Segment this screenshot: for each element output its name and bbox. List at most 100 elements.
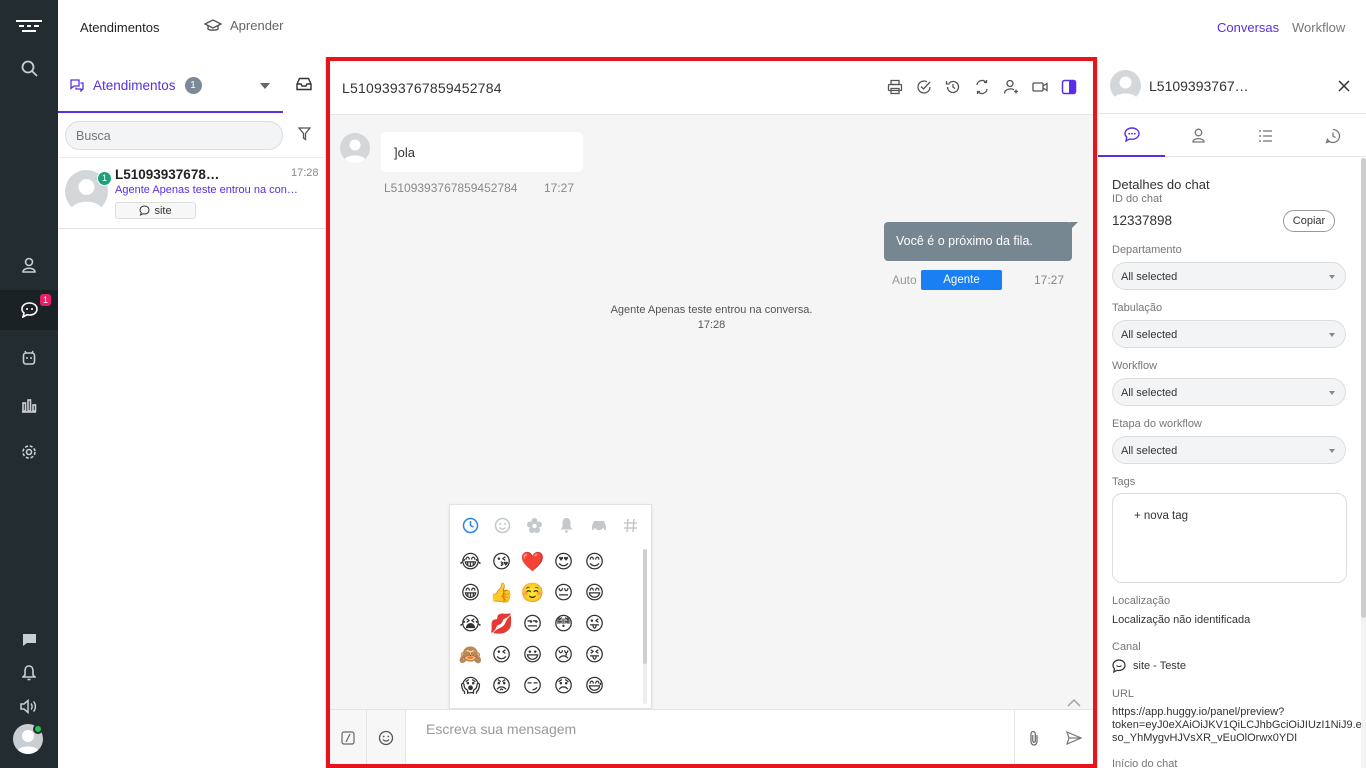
speaker-icon[interactable] <box>0 686 58 726</box>
filter-icon[interactable] <box>297 127 312 146</box>
reports-icon[interactable] <box>0 385 58 425</box>
emoji-item[interactable]: 😔 <box>548 580 579 606</box>
search-input[interactable] <box>65 121 283 150</box>
emoji-item[interactable]: 💋 <box>486 611 517 637</box>
workflow-label: Workflow <box>1112 360 1158 372</box>
send-button[interactable] <box>1055 710 1093 764</box>
emoji-button[interactable] <box>367 710 406 764</box>
atendimentos-filter[interactable]: Atendimentos 1 <box>70 77 202 94</box>
tab-details-list[interactable] <box>1232 114 1299 157</box>
chat-id-label: ID do chat <box>1112 193 1163 205</box>
incoming-message-time: 17:27 <box>544 181 575 195</box>
tab-chat-details[interactable] <box>1098 114 1165 157</box>
close-icon[interactable] <box>1338 79 1350 97</box>
conversation-list-item[interactable]: 1 L510939376785… 17:28 Agente Apenas tes… <box>58 157 326 229</box>
smiley-icon[interactable] <box>492 515 512 535</box>
message-input[interactable] <box>426 718 1006 740</box>
emoji-item[interactable]: 😃 <box>517 642 548 668</box>
huggy-logo-icon[interactable] <box>0 6 58 46</box>
emoji-item[interactable]: 😡 <box>486 673 517 699</box>
bot-icon[interactable] <box>0 338 58 378</box>
workflow-link[interactable]: Workflow <box>1292 20 1345 35</box>
finish-chat-icon[interactable] <box>916 79 932 95</box>
emoji-item[interactable]: 😍 <box>548 549 579 575</box>
url-line-1: https://app.huggy.io/panel/preview? <box>1112 706 1285 718</box>
tab-contact[interactable] <box>1165 114 1232 157</box>
details-scrollbar-track <box>1361 158 1366 768</box>
outgoing-message-bubble: Você é o próximo da fila. <box>884 222 1078 261</box>
workflow-select[interactable]: All selected <box>1112 378 1346 406</box>
toggle-details-panel-icon[interactable] <box>1061 79 1077 95</box>
emoji-item[interactable]: 😒 <box>517 611 548 637</box>
channel-chat-icon <box>1112 659 1126 673</box>
departamento-select[interactable]: All selected <box>1112 262 1346 290</box>
video-call-icon[interactable] <box>1032 79 1048 95</box>
emoji-item[interactable]: 😳 <box>548 611 579 637</box>
canal-value-text: site - Teste <box>1133 660 1186 672</box>
bell-icon[interactable] <box>557 515 577 535</box>
attach-button[interactable] <box>1014 710 1053 764</box>
emoji-item[interactable]: 🙈 <box>455 642 486 668</box>
emoji-item[interactable]: 😁 <box>455 580 486 606</box>
tab-atendimentos[interactable]: Atendimentos <box>80 20 160 35</box>
emoji-item[interactable]: ☺️ <box>517 580 548 606</box>
new-tag-button[interactable]: + nova tag <box>1134 510 1188 522</box>
unread-badge: 1 <box>97 171 112 186</box>
emoji-item[interactable]: 😜 <box>579 611 610 637</box>
details-section-title: Detalhes do chat <box>1112 177 1210 192</box>
copy-button[interactable]: Copiar <box>1283 210 1335 232</box>
agent-label: Agente <box>921 270 1002 290</box>
history-icon[interactable] <box>945 79 961 95</box>
emoji-item[interactable]: 😉 <box>486 642 517 668</box>
outgoing-message-time: 17:27 <box>1034 273 1065 287</box>
emoji-item[interactable]: 😘 <box>486 549 517 575</box>
shortcut-button[interactable] <box>330 710 367 764</box>
emoji-picker: 😂 😘 ❤️ 😍 😊 😁 👍 ☺️ 😔 😄 😭 💋 😒 😳 😜 🙈 😉 😃 😢 😝 😱 😡 😏 😞 😅 <box>449 504 652 709</box>
outgoing-auto-label: Auto <box>892 273 917 287</box>
tab-history[interactable] <box>1299 114 1366 157</box>
contact-avatar <box>1110 70 1141 101</box>
print-icon[interactable] <box>887 79 903 95</box>
details-scrollbar[interactable] <box>1361 158 1366 618</box>
tab-aprender[interactable]: Aprender <box>204 18 283 33</box>
emoji-item[interactable]: ❤️ <box>517 549 548 575</box>
flower-icon[interactable] <box>524 515 544 535</box>
details-contact-name: L5109393767… <box>1149 78 1249 94</box>
emoji-item[interactable]: 😊 <box>579 549 610 575</box>
etapa-workflow-select[interactable]: All selected <box>1112 436 1346 464</box>
send-icon <box>1066 730 1082 745</box>
emoji-item[interactable]: 😞 <box>548 673 579 699</box>
emoji-item[interactable]: 😅 <box>579 673 610 699</box>
message-composer <box>330 709 1093 764</box>
tabulacao-label: Tabulação <box>1112 302 1163 314</box>
details-header: L5109393767… <box>1098 57 1366 114</box>
search-icon[interactable] <box>0 48 58 88</box>
incoming-avatar <box>340 133 370 163</box>
emoji-item[interactable]: 😱 <box>455 673 486 699</box>
assign-user-icon[interactable] <box>1003 79 1019 95</box>
emoji-scrollbar[interactable] <box>643 549 647 664</box>
system-message: Agente Apenas teste entrou na conversa. … <box>330 303 1093 333</box>
hashtag-icon[interactable] <box>621 515 641 535</box>
details-tabs <box>1098 114 1366 157</box>
emoji-item[interactable]: 😢 <box>548 642 579 668</box>
emoji-item[interactable]: 👍 <box>486 580 517 606</box>
chat-panel: L5109393767859452784]ola L5109393767859… <box>326 57 1097 768</box>
emoji-item[interactable]: 😂 <box>455 549 486 575</box>
settings-icon[interactable] <box>0 432 58 472</box>
tabulacao-select[interactable]: All selected <box>1112 320 1346 348</box>
contacts-icon[interactable] <box>0 245 58 285</box>
transfer-icon[interactable] <box>974 79 990 95</box>
emoji-item[interactable]: 😄 <box>579 580 610 606</box>
car-icon[interactable] <box>589 515 609 535</box>
chevron-down-icon[interactable] <box>260 83 270 89</box>
chat-icon[interactable]: 1 <box>0 290 58 330</box>
tags-box[interactable]: + nova tag <box>1112 493 1347 583</box>
emoji-item[interactable]: 😝 <box>579 642 610 668</box>
inbox-icon[interactable] <box>296 77 312 96</box>
recent-icon[interactable] <box>460 515 480 535</box>
emoji-item[interactable]: 😏 <box>517 673 548 699</box>
emoji-item[interactable]: 😭 <box>455 611 486 637</box>
conversas-link[interactable]: Conversas <box>1217 20 1279 35</box>
url-value[interactable]: https://app.huggy.io/panel/preview? toke… <box>1112 706 1362 745</box>
